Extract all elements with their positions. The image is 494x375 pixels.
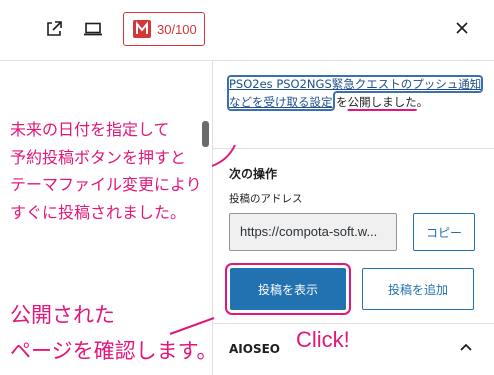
annotation-note-top: 未来の日付を指定して 予約投稿ボタンを押すと テーマファイル変更により すぐに投…	[10, 122, 202, 222]
annotation-click: Click!	[296, 327, 350, 352]
seo-score: 30/100	[157, 21, 197, 37]
notice-publish-word: 公開しました	[347, 95, 417, 109]
copy-button[interactable]: コピー	[413, 213, 475, 251]
editor-toolbar: 30/100	[0, 0, 494, 61]
add-post-button[interactable]: 投稿を追加	[362, 268, 474, 310]
external-link-icon[interactable]	[42, 17, 66, 41]
desktop-preview-icon[interactable]	[81, 17, 105, 41]
close-icon[interactable]	[449, 15, 475, 41]
chevron-up-icon[interactable]	[456, 337, 476, 357]
aioseo-logo-icon	[133, 20, 151, 38]
notice-text-after: 。	[416, 95, 429, 109]
seo-score-button[interactable]: 30/100	[123, 12, 205, 46]
annotation-note-bottom: 公開された ページを確認します。	[10, 304, 218, 363]
notice-text-before: を	[332, 95, 348, 109]
publish-notice: PSO2es PSO2NGS緊急クエストのプッシュ通知などを受け取る設定 を公開…	[226, 75, 484, 111]
